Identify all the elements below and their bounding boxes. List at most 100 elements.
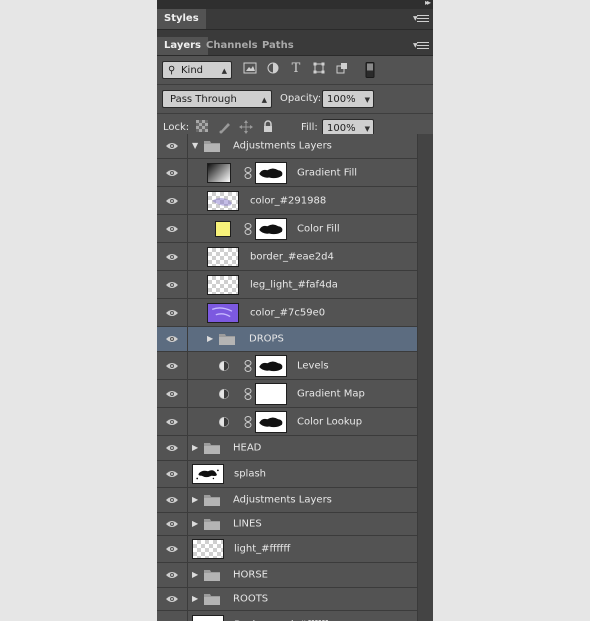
visibility-cell[interactable] xyxy=(157,327,188,351)
visibility-cell[interactable] xyxy=(157,436,188,460)
eye-icon[interactable] xyxy=(166,444,178,452)
layer-row[interactable]: Levels xyxy=(157,352,417,380)
blend-mode-select[interactable]: Pass Through ▲ xyxy=(162,90,272,108)
eye-icon[interactable] xyxy=(166,335,178,343)
tab-paths[interactable]: Paths xyxy=(255,37,301,55)
visibility-cell[interactable] xyxy=(157,488,188,512)
layer-row[interactable]: color_#291988 xyxy=(157,187,417,215)
layer-name: Color Fill xyxy=(297,223,340,234)
layer-row[interactable]: splash xyxy=(157,461,417,488)
visibility-cell[interactable] xyxy=(157,513,188,535)
layer-name: color_#7c59e0 xyxy=(250,307,326,318)
pixel-layer-filter-icon[interactable] xyxy=(243,62,257,76)
visibility-cell[interactable] xyxy=(157,187,188,214)
visibility-cell[interactable] xyxy=(157,611,188,621)
folder-icon xyxy=(204,494,220,506)
lock-position-icon[interactable] xyxy=(239,120,253,134)
layer-row[interactable]: ▶ LINES xyxy=(157,513,417,536)
adjustment-layer-filter-icon[interactable] xyxy=(266,62,280,76)
layer-thumbnail xyxy=(207,302,239,323)
eye-icon[interactable] xyxy=(166,470,178,478)
visibility-cell[interactable] xyxy=(157,352,188,379)
type-layer-filter-icon[interactable]: T xyxy=(289,62,303,76)
visibility-cell[interactable] xyxy=(157,159,188,186)
eye-icon[interactable] xyxy=(166,197,178,205)
disclosure-closed-icon[interactable]: ▶ xyxy=(192,495,202,505)
eye-icon[interactable] xyxy=(166,225,178,233)
eye-icon[interactable] xyxy=(166,520,178,528)
lock-image-pixels-icon[interactable] xyxy=(218,120,232,134)
visibility-cell[interactable] xyxy=(157,134,188,158)
visibility-cell[interactable] xyxy=(157,299,188,326)
lock-all-icon[interactable] xyxy=(261,120,275,134)
layer-row[interactable]: Background_#ffffff xyxy=(157,611,417,621)
disclosure-closed-icon[interactable]: ▶ xyxy=(192,570,202,580)
layer-row[interactable]: ▶ HORSE xyxy=(157,563,417,588)
eye-icon[interactable] xyxy=(166,253,178,261)
layer-name: leg_light_#faf4da xyxy=(250,279,338,290)
layer-mask-thumbnail xyxy=(255,217,287,240)
layers-tab-row: Layers Channels Paths ▼ xyxy=(157,37,433,56)
eye-icon[interactable] xyxy=(166,418,178,426)
layer-row[interactable]: ▶ DROPS xyxy=(157,327,417,352)
link-icon[interactable] xyxy=(244,222,252,235)
eye-icon[interactable] xyxy=(166,309,178,317)
layer-row[interactable]: Gradient Map xyxy=(157,380,417,408)
link-icon[interactable] xyxy=(244,166,252,179)
layer-row[interactable]: ▶ HEAD xyxy=(157,436,417,461)
smart-object-filter-icon[interactable] xyxy=(335,62,349,76)
eye-icon[interactable] xyxy=(166,362,178,370)
visibility-cell[interactable] xyxy=(157,215,188,242)
layer-row[interactable]: ▶ ROOTS xyxy=(157,588,417,611)
eye-icon[interactable] xyxy=(166,545,178,553)
layer-row[interactable]: light_#ffffff xyxy=(157,536,417,563)
link-icon[interactable] xyxy=(244,387,252,400)
opacity-field[interactable]: 100% ▼ xyxy=(322,90,374,108)
visibility-cell[interactable] xyxy=(157,380,188,407)
visibility-cell[interactable] xyxy=(157,536,188,562)
layer-row[interactable]: Color Lookup xyxy=(157,408,417,436)
visibility-cell[interactable] xyxy=(157,243,188,270)
visibility-cell[interactable] xyxy=(157,563,188,587)
layers-scrollbar[interactable] xyxy=(417,134,433,621)
layer-row[interactable]: ▶ Adjustments Layers xyxy=(157,488,417,513)
link-icon[interactable] xyxy=(244,415,252,428)
layer-name: Color Lookup xyxy=(297,416,363,427)
layers-panel-menu-icon[interactable]: ▼ xyxy=(413,42,429,50)
eye-icon[interactable] xyxy=(166,281,178,289)
visibility-cell[interactable] xyxy=(157,408,188,435)
eye-icon[interactable] xyxy=(166,169,178,177)
eye-icon[interactable] xyxy=(166,390,178,398)
layer-thumbnail xyxy=(192,539,224,559)
collapse-panels-icon[interactable]: ▸▸ xyxy=(425,0,431,7)
visibility-cell[interactable] xyxy=(157,461,188,487)
eye-icon[interactable] xyxy=(166,142,178,150)
layer-row[interactable]: leg_light_#faf4da xyxy=(157,271,417,299)
disclosure-open-icon[interactable]: ▼ xyxy=(192,141,202,151)
layer-name: ROOTS xyxy=(233,593,269,605)
chevron-down-icon[interactable]: ▼ xyxy=(365,91,370,109)
kind-filter-select[interactable]: ⚲ Kind ▲ xyxy=(162,61,232,79)
visibility-cell[interactable] xyxy=(157,271,188,298)
filter-toggle-switch[interactable] xyxy=(363,62,377,78)
panel-menu-icon[interactable]: ▼ xyxy=(413,15,429,23)
layer-row[interactable]: Gradient Fill xyxy=(157,159,417,187)
layer-row[interactable]: border_#eae2d4 xyxy=(157,243,417,271)
layer-row[interactable]: ▼ Adjustments Layers xyxy=(157,134,417,159)
layer-row[interactable]: Color Fill xyxy=(157,215,417,243)
link-icon[interactable] xyxy=(244,359,252,372)
eye-icon[interactable] xyxy=(166,571,178,579)
layer-name: Adjustments Layers xyxy=(233,140,332,152)
lock-transparent-pixels-icon[interactable] xyxy=(195,120,209,134)
tab-styles[interactable]: Styles xyxy=(157,9,206,29)
eye-icon[interactable] xyxy=(166,496,178,504)
layer-row[interactable]: color_#7c59e0 xyxy=(157,299,417,327)
disclosure-closed-icon[interactable]: ▶ xyxy=(207,334,217,344)
disclosure-closed-icon[interactable]: ▶ xyxy=(192,443,202,453)
disclosure-closed-icon[interactable]: ▶ xyxy=(192,519,202,529)
shape-layer-filter-icon[interactable] xyxy=(312,62,326,76)
visibility-cell[interactable] xyxy=(157,588,188,610)
folder-icon xyxy=(204,593,220,605)
eye-icon[interactable] xyxy=(166,595,178,603)
disclosure-closed-icon[interactable]: ▶ xyxy=(192,594,202,604)
